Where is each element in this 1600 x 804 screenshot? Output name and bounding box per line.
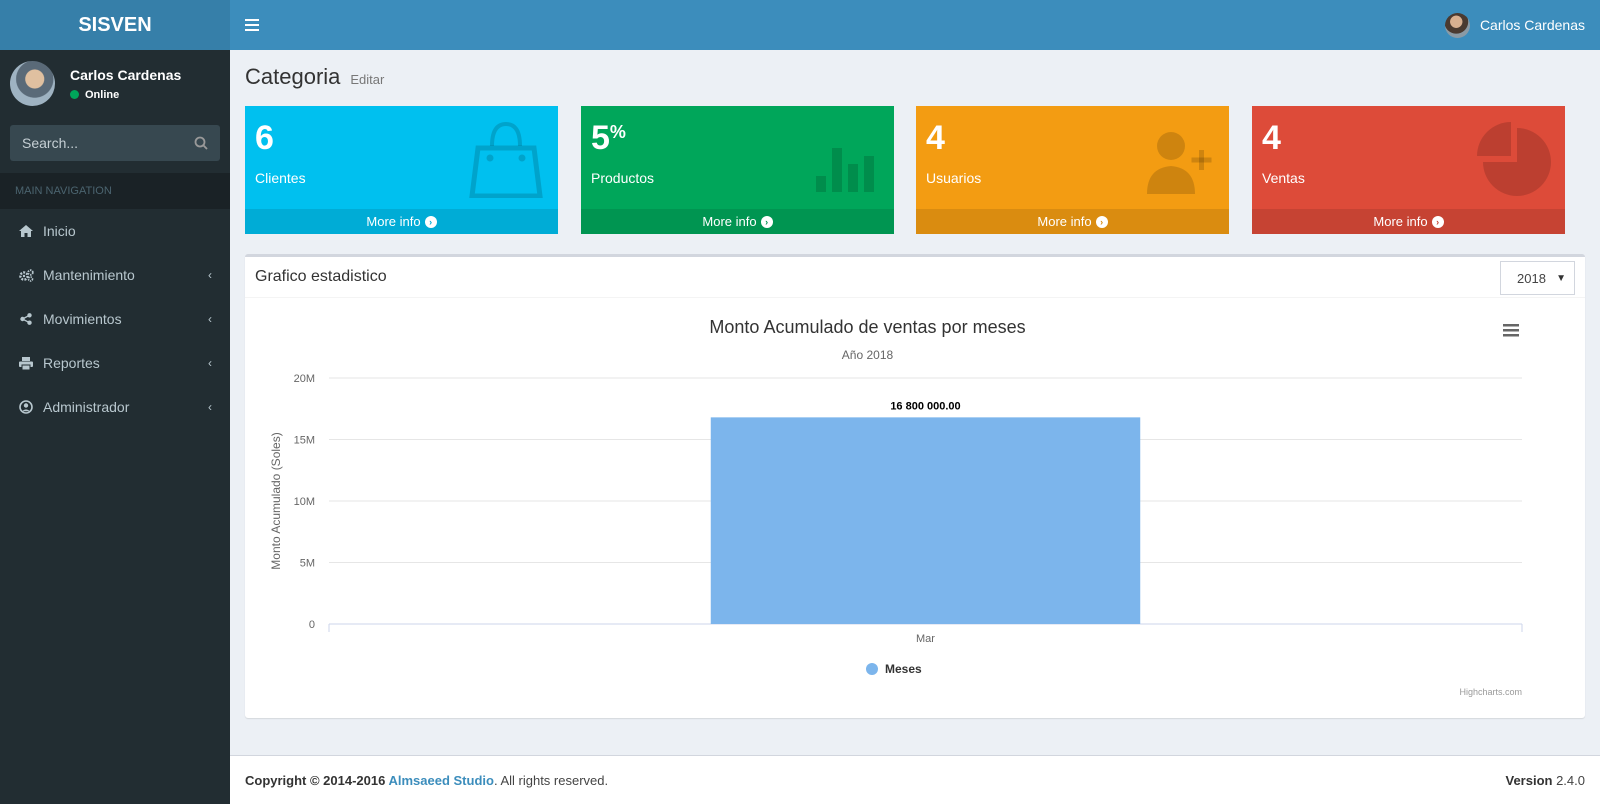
bar-chart-icon: [816, 148, 874, 192]
sidebar-item-mantenimiento[interactable]: Mantenimiento ‹: [0, 253, 230, 297]
page-subtitle: Editar: [350, 72, 385, 87]
sidebar-item-label: Movimientos: [43, 311, 122, 327]
chart-subtitle: Año 2018: [842, 348, 894, 362]
sidebar-item-reportes[interactable]: Reportes ‹: [0, 341, 230, 385]
sidebar-search: [10, 125, 220, 161]
sidebar: Carlos Cardenas Online MAIN NAVIGATION I…: [0, 50, 230, 804]
chevron-left-icon: ‹: [208, 312, 212, 326]
nav-header: MAIN NAVIGATION: [0, 173, 230, 209]
sidebar-item-inicio[interactable]: Inicio: [0, 209, 230, 253]
user-menu[interactable]: Carlos Cardenas: [1444, 12, 1585, 38]
chart: Monto Acumulado de ventas por meses Año 2…: [269, 317, 1523, 697]
bar: [710, 417, 1141, 624]
stat-box-clientes: 6 Clientes More info ›: [245, 106, 558, 234]
sidebar-item-label: Inicio: [43, 223, 76, 239]
arrow-circle-right-icon: ›: [1431, 215, 1444, 228]
chart-title: Monto Acumulado de ventas por meses: [709, 317, 1025, 337]
x-tick-label: Mar: [916, 633, 935, 645]
year-select-value: 2018: [1517, 270, 1546, 286]
stat-box-ventas: 4 Ventas More info ›: [1252, 106, 1565, 234]
search-input[interactable]: [22, 135, 172, 151]
user-menu-name: Carlos Cardenas: [1479, 17, 1585, 33]
user-panel: Carlos Cardenas Online: [0, 50, 230, 117]
app-logo-text: SISVEN: [78, 13, 152, 36]
caret-down-icon: ▼: [1556, 272, 1566, 284]
stat-box-usuarios: 4 Usuarios More info ›: [916, 106, 1229, 234]
more-info-link[interactable]: More info ›: [245, 209, 558, 234]
sidebar-item-label: Reportes: [43, 355, 100, 371]
avatar: [1444, 12, 1470, 38]
year-select[interactable]: 2018 ▼: [1500, 261, 1575, 295]
page-title: Categoria: [245, 64, 341, 89]
sidebar-avatar: [10, 61, 55, 106]
sidebar-item-administrador[interactable]: Administrador ‹: [0, 385, 230, 429]
chevron-left-icon: ‹: [208, 268, 212, 282]
more-info-link[interactable]: More info ›: [581, 209, 894, 234]
sidebar-toggle-icon[interactable]: [245, 19, 259, 31]
legend-item[interactable]: Meses: [866, 662, 922, 676]
legend-label: Meses: [885, 662, 922, 676]
chevron-left-icon: ‹: [208, 356, 212, 370]
online-dot-icon: [70, 90, 79, 99]
sidebar-user-name: Carlos Cardenas: [70, 66, 182, 83]
stat-box-productos: 5% Productos More info ›: [581, 106, 894, 234]
shopping-bag-icon: [469, 121, 543, 198]
chart-box: Grafico estadistico 2018 ▼ Monto Acumula…: [245, 254, 1585, 718]
sidebar-item-label: Administrador: [43, 399, 130, 415]
print-icon: [18, 356, 34, 370]
page-footer: Copyright © 2014-2016 Almsaeed Studio. A…: [230, 755, 1600, 804]
company-link[interactable]: Almsaeed Studio: [388, 773, 493, 788]
chart-menu-icon[interactable]: [1503, 324, 1519, 337]
status-text: Online: [85, 88, 120, 101]
home-icon: [18, 225, 34, 237]
arrow-circle-right-icon: ›: [1095, 215, 1108, 228]
more-info-link[interactable]: More info ›: [1252, 209, 1565, 234]
sidebar-item-movimientos[interactable]: Movimientos ‹: [0, 297, 230, 341]
pie-chart-icon: [1477, 122, 1551, 196]
chevron-left-icon: ‹: [208, 400, 212, 414]
sidebar-item-label: Mantenimiento: [43, 267, 135, 283]
top-navbar: Carlos Cardenas: [230, 0, 1600, 50]
version-info: Version 2.4.0: [1505, 772, 1585, 788]
cogs-icon: [18, 268, 34, 282]
user-plus-icon: [1147, 132, 1212, 194]
more-info-link[interactable]: More info ›: [916, 209, 1229, 234]
share-icon: [18, 313, 34, 325]
status-badge: Online: [70, 89, 181, 101]
y-tick-label: 15M: [294, 435, 315, 447]
page-header: Categoria Editar: [245, 64, 1585, 90]
chart-credits: Highcharts.com: [1459, 687, 1522, 697]
user-circle-icon: [18, 400, 34, 414]
arrow-circle-right-icon: ›: [760, 215, 773, 228]
y-axis-label: Monto Acumulado (Soles): [269, 432, 283, 569]
y-tick-label: 20M: [294, 373, 315, 385]
search-icon[interactable]: [194, 136, 208, 150]
y-tick-label: 10M: [294, 496, 315, 508]
main-content: Categoria Editar 6 Clientes More info › 5…: [230, 50, 1600, 755]
y-tick-label: 5M: [300, 558, 315, 570]
arrow-circle-right-icon: ›: [424, 215, 437, 228]
copyright: Copyright © 2014-2016 Almsaeed Studio. A…: [245, 772, 609, 788]
app-logo[interactable]: SISVEN: [0, 0, 230, 50]
data-label: 16 800 000.00: [890, 400, 960, 412]
chart-box-title: Grafico estadistico: [255, 268, 387, 285]
y-tick-label: 0: [309, 619, 315, 631]
stat-boxes: 6 Clientes More info › 5% Productos More …: [245, 106, 1585, 234]
